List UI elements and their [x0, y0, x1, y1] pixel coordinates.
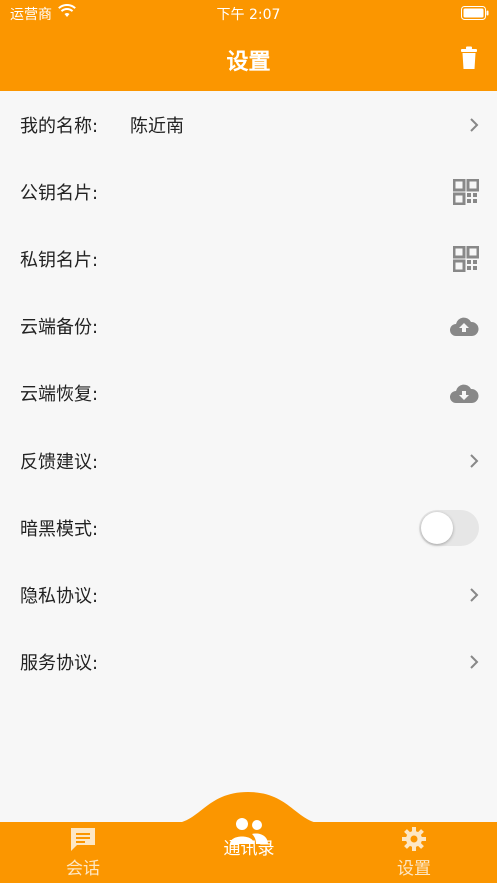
- chevron-right-icon: [469, 453, 479, 469]
- settings-row-cloud-backup[interactable]: 云端备份:: [0, 293, 497, 360]
- cloud-download-icon: [449, 382, 479, 404]
- chevron-right-icon: [469, 654, 479, 670]
- tab-settings[interactable]: 设置: [331, 822, 497, 883]
- status-bar: 运营商 下午 2:07: [0, 0, 497, 26]
- toggle-switch[interactable]: [419, 509, 479, 546]
- row-label: 隐私协议:: [20, 585, 99, 607]
- row-label: 服务协议:: [20, 653, 99, 675]
- status-time: 下午 2:07: [216, 7, 281, 23]
- gear-icon: [331, 826, 497, 856]
- settings-row-feedback[interactable]: 反馈建议:: [0, 427, 497, 494]
- settings-row-public-key[interactable]: 公钥名片:: [0, 158, 497, 225]
- tab-contacts[interactable]: 通讯录: [166, 812, 332, 873]
- row-label: 云端恢复:: [20, 384, 99, 406]
- dark-mode-toggle[interactable]: [419, 509, 479, 546]
- settings-list: 我的名称: 陈近南 公钥名片: 私钥名片: 云端备份: 云端恢复: 反馈建议: …: [0, 91, 497, 696]
- qr-code-icon: [453, 178, 479, 205]
- battery-icon: [461, 6, 489, 24]
- chevron-right-icon: [469, 117, 479, 133]
- trash-icon[interactable]: [459, 46, 479, 74]
- tab-label: 设置: [397, 859, 431, 879]
- row-label: 我的名称:: [20, 115, 99, 137]
- settings-row-name[interactable]: 我的名称: 陈近南: [0, 91, 497, 158]
- row-label: 公钥名片:: [20, 182, 99, 204]
- row-label: 暗黑模式:: [20, 518, 99, 540]
- settings-row-cloud-restore[interactable]: 云端恢复:: [0, 360, 497, 427]
- tab-chat[interactable]: 会话: [0, 822, 166, 883]
- chat-icon: [0, 826, 166, 856]
- tab-label: 会话: [66, 859, 100, 879]
- row-label: 云端备份:: [20, 317, 99, 339]
- row-label: 私钥名片:: [20, 249, 99, 271]
- settings-row-privacy[interactable]: 隐私协议:: [0, 561, 497, 628]
- tab-label: 通讯录: [223, 839, 275, 859]
- toggle-knob: [421, 511, 453, 544]
- settings-row-dark-mode: 暗黑模式:: [0, 494, 497, 561]
- settings-row-service-terms[interactable]: 服务协议:: [0, 629, 497, 696]
- cloud-upload-icon: [449, 315, 479, 337]
- row-label: 反馈建议:: [20, 451, 99, 473]
- page-title: 设置: [226, 50, 271, 75]
- header-bar: 运营商 下午 2:07 设置: [0, 0, 497, 91]
- settings-row-private-key[interactable]: 私钥名片:: [0, 225, 497, 292]
- qr-code-icon: [453, 245, 479, 272]
- chevron-right-icon: [469, 587, 479, 603]
- row-value-name: 陈近南: [130, 115, 184, 137]
